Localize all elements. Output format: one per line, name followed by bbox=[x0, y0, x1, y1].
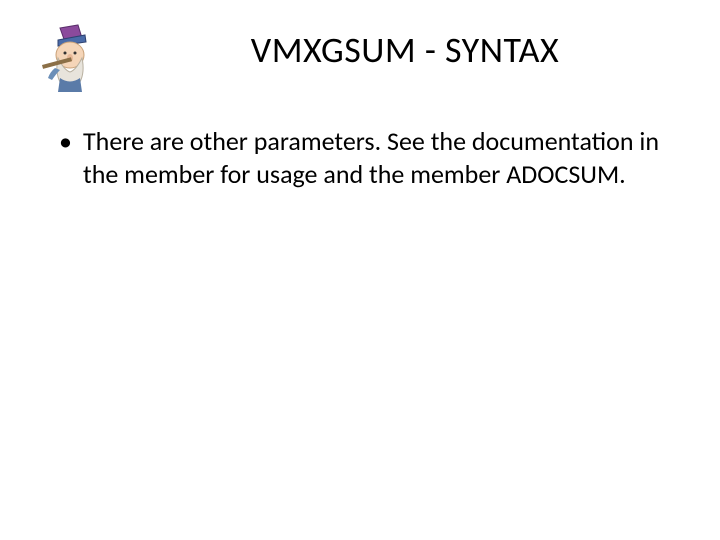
slide-header: VMXGSUM - SYNTAX bbox=[30, 20, 690, 95]
slide-title: VMXGSUM - SYNTAX bbox=[120, 20, 690, 72]
slide-container: VMXGSUM - SYNTAX There are other paramet… bbox=[0, 0, 720, 540]
wizard-logo bbox=[30, 20, 110, 95]
bullet-list: There are other parameters. See the docu… bbox=[55, 125, 670, 190]
slide-content: There are other parameters. See the docu… bbox=[30, 125, 690, 190]
bullet-item: There are other parameters. See the docu… bbox=[55, 125, 670, 190]
